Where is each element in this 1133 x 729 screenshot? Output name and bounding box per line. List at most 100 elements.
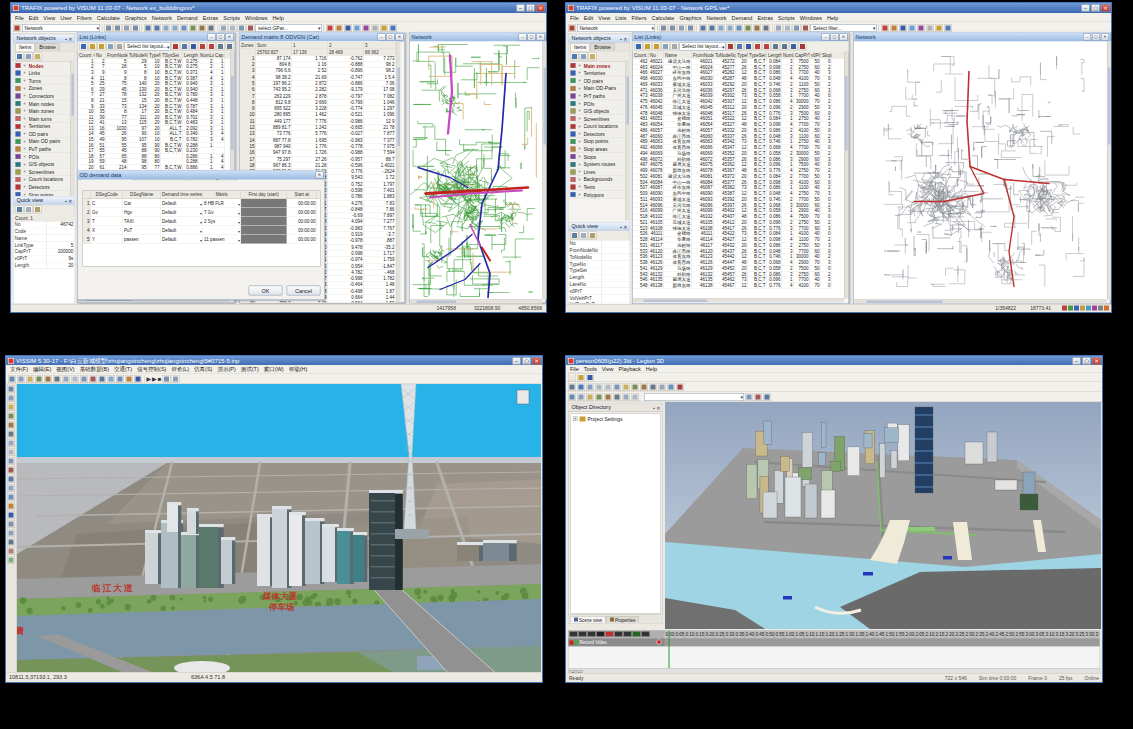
close-icon[interactable]: ✕ (316, 172, 324, 179)
toolbar-icon[interactable] (763, 42, 771, 50)
window-button[interactable]: ▢ (1092, 34, 1100, 41)
menu-item[interactable]: Calculate (651, 14, 674, 20)
menu-item[interactable]: Edit (29, 14, 38, 20)
toolbar-icon[interactable] (577, 393, 585, 401)
toolbar-icon[interactable] (669, 24, 677, 32)
menu-item[interactable]: 编辑(E) (33, 366, 51, 374)
playback-button[interactable] (615, 632, 623, 637)
menu-item[interactable]: 交通(T) (114, 366, 132, 374)
toolbar-icon[interactable] (35, 375, 43, 383)
menu-item[interactable]: Extras (757, 14, 773, 20)
window-button[interactable]: ✕ (1101, 4, 1110, 12)
tool-icon[interactable] (7, 430, 15, 438)
toolbar-icon[interactable] (793, 24, 801, 32)
filter-combo[interactable]: Select filter... (811, 24, 877, 32)
view-combo[interactable] (644, 393, 744, 401)
toolbar-icon[interactable] (613, 383, 621, 391)
toolbar-icon[interactable] (678, 24, 686, 32)
tool-icon[interactable] (7, 439, 15, 447)
window-button[interactable]: – (378, 34, 386, 41)
toolbar-icon[interactable] (631, 383, 639, 391)
toolbar-icon[interactable] (586, 373, 594, 381)
network-icon[interactable] (568, 24, 576, 32)
toolbar-icon[interactable] (326, 24, 334, 32)
toolbar-icon[interactable] (198, 24, 206, 32)
toolbar-icon[interactable] (107, 375, 115, 383)
toolbar-icon[interactable] (171, 24, 179, 32)
toolbar-icon[interactable] (763, 393, 771, 401)
network-object-item[interactable]: ▼Screenlines (569, 115, 630, 123)
toolbar-icon[interactable] (881, 24, 889, 32)
toolbar-icon[interactable] (226, 42, 234, 50)
tool-icon[interactable] (7, 556, 15, 564)
toolbar-icon[interactable] (908, 24, 916, 32)
tree-item[interactable]: +Project Settings (571, 414, 660, 424)
record-icon[interactable] (657, 640, 662, 645)
tab-scene-view[interactable]: Scene view (571, 616, 606, 623)
menu-item[interactable]: File (570, 366, 579, 372)
network-object-item[interactable]: ▼Texts (569, 184, 630, 192)
toolbar-icon[interactable] (890, 24, 898, 32)
menu-item[interactable]: Graphics (679, 14, 701, 20)
toolbar-icon[interactable] (727, 42, 735, 50)
toolbar-icon[interactable] (98, 42, 106, 50)
tab-items[interactable]: Items (571, 44, 590, 52)
toolbar-icon[interactable] (790, 42, 798, 50)
toolbar-icon[interactable] (917, 24, 925, 32)
window-button[interactable]: ▢ (831, 34, 839, 41)
toolbar-icon[interactable] (577, 383, 585, 391)
window-button[interactable]: ✕ (226, 34, 234, 41)
menu-item[interactable]: Windows (800, 14, 822, 20)
window-button[interactable]: – (1081, 4, 1090, 12)
toolbar-icon[interactable] (744, 24, 752, 32)
network-combo[interactable]: Network (577, 24, 655, 32)
network-object-item[interactable]: ▼Polygons (569, 191, 630, 199)
menu-item[interactable]: View (43, 14, 55, 20)
toolbar-icon[interactable] (772, 42, 780, 50)
toolbar-icon[interactable] (775, 24, 783, 32)
toolbar-icon[interactable] (671, 42, 679, 50)
toolbar-icon[interactable] (71, 375, 79, 383)
tool-icon[interactable] (7, 502, 15, 510)
toolbar-icon[interactable] (635, 42, 643, 50)
layout-combo[interactable]: Select list layout... (680, 42, 726, 50)
network-object-item[interactable]: ▼Main nodes (14, 100, 75, 108)
toolbar-icon[interactable] (595, 393, 603, 401)
toolbar-icon[interactable] (132, 24, 140, 32)
playback-button[interactable] (597, 632, 605, 637)
toolbar-icon[interactable] (667, 383, 675, 391)
network-object-item[interactable]: ▼Lines (569, 168, 630, 176)
tool-icon[interactable] (7, 484, 15, 492)
toolbar-icon[interactable] (344, 24, 352, 32)
toolbar-icon[interactable] (362, 24, 370, 32)
window-button[interactable]: ▢ (217, 34, 225, 41)
toolbar-icon[interactable] (44, 375, 52, 383)
menu-item[interactable]: Graphics (125, 14, 147, 20)
network-object-item[interactable]: ▼Screenlines (14, 168, 75, 176)
network-object-item[interactable]: ▼Nodes (14, 62, 75, 70)
menu-item[interactable]: Help (272, 14, 283, 20)
menu-item[interactable]: 帮助(H) (289, 366, 308, 374)
toolbar-icon[interactable] (180, 24, 188, 32)
window-button[interactable]: ✕ (1101, 34, 1109, 41)
tab-properties[interactable]: Properties (607, 616, 640, 623)
toolbar-icon[interactable] (589, 232, 597, 240)
window-button[interactable]: – (519, 34, 527, 41)
toolbar-icon[interactable] (631, 393, 639, 401)
playback-button[interactable] (570, 632, 578, 637)
toolbar-icon[interactable] (371, 24, 379, 32)
network-object-item[interactable]: ▼Links (14, 70, 75, 78)
menu-item[interactable]: 信号控制(S) (137, 366, 166, 374)
toolbar-icon[interactable] (754, 42, 762, 50)
toolbar-icon[interactable] (699, 24, 707, 32)
tool-icon[interactable] (7, 538, 15, 546)
toolbar-icon[interactable] (134, 375, 142, 383)
network-object-item[interactable]: ▼Territories (14, 123, 75, 131)
menu-item[interactable]: 窗口(W) (264, 366, 284, 374)
toolbar-icon[interactable] (735, 24, 743, 32)
network-icon[interactable] (13, 24, 21, 32)
menu-item[interactable]: File (570, 14, 579, 20)
menu-item[interactable]: View (602, 366, 614, 372)
menu-item[interactable]: Edit (584, 14, 593, 20)
window-button[interactable]: – (516, 4, 525, 12)
